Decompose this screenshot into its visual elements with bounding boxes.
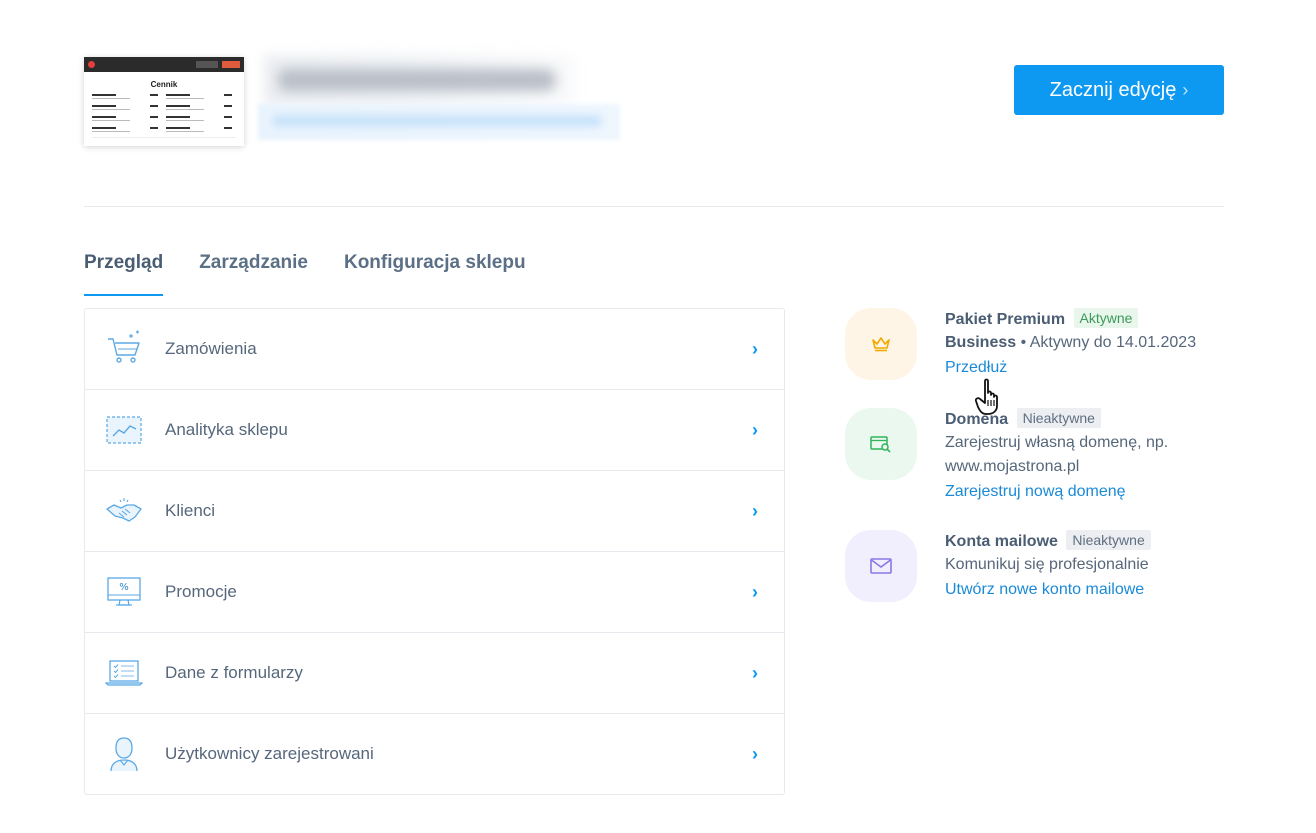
chevron-right-icon: › <box>1182 79 1189 100</box>
chevron-right-icon: › <box>752 419 758 440</box>
mail-icon-circle <box>845 530 917 602</box>
domain-icon-circle <box>845 408 917 480</box>
chevron-right-icon: › <box>752 338 758 359</box>
menu-item-customers[interactable]: Klienci › <box>85 471 784 552</box>
start-editing-label: Zacznij edycję <box>1049 78 1177 101</box>
menu-item-form-data[interactable]: Dane z formularzy › <box>85 633 784 714</box>
domain-description: Zarejestruj własną domenę, np. <box>945 434 1169 451</box>
chevron-right-icon: › <box>752 581 758 602</box>
feature-domain: Domena Nieaktywne Zarejestruj własną dom… <box>845 408 1225 518</box>
domain-search-icon <box>870 436 891 453</box>
form-laptop-icon <box>105 660 143 686</box>
thumbnail-search <box>196 61 218 68</box>
handshake-icon <box>106 498 142 522</box>
feature-premium-package: Pakiet Premium Aktywne Business • Aktywn… <box>845 308 1225 398</box>
menu-item-label: Klienci <box>165 501 216 520</box>
menu-item-orders[interactable]: Zamówienia › <box>85 309 784 390</box>
mail-description: Komunikuj się profesjonalnie <box>945 556 1149 573</box>
chevron-right-icon: › <box>752 743 758 764</box>
tab-management[interactable]: Zarządzanie <box>199 252 308 294</box>
menu-item-registered-users[interactable]: Użytkownicy zarejestrowani › <box>85 714 784 794</box>
status-badge: Nieaktywne <box>1016 408 1101 428</box>
menu-item-label: Analityka sklepu <box>165 420 288 439</box>
mail-title: Konta mailowe <box>945 533 1058 550</box>
chevron-right-icon: › <box>752 662 758 683</box>
crown-icon <box>872 337 890 352</box>
analytics-chart-icon <box>106 416 142 444</box>
menu-item-label: Użytkownicy zarejestrowani <box>165 744 374 763</box>
tab-bar: Przegląd Zarządzanie Konfiguracja sklepu <box>84 252 562 296</box>
overview-menu-list: Zamówienia › Analityka sklepu › Klienci … <box>84 308 785 795</box>
thumbnail-title: Cennik <box>150 80 178 89</box>
header-divider <box>84 206 1224 207</box>
start-editing-button[interactable]: Zacznij edycję › <box>1014 65 1224 115</box>
thumbnail-navbar <box>84 57 244 72</box>
thumbnail-button <box>222 61 240 68</box>
premium-title: Pakiet Premium <box>945 311 1066 328</box>
cart-icon <box>108 330 140 363</box>
thumbnail-logo-icon <box>88 61 95 68</box>
plan-name: Business <box>945 334 1017 351</box>
svg-text:%: % <box>119 582 129 593</box>
envelope-icon <box>870 558 892 574</box>
user-icon <box>110 737 138 772</box>
chevron-right-icon: › <box>752 500 758 521</box>
menu-item-promotions[interactable]: % Promocje › <box>85 552 784 633</box>
feature-mail-accounts: Konta mailowe Nieaktywne Komunikuj się p… <box>845 530 1225 620</box>
status-badge: Nieaktywne <box>1066 530 1151 550</box>
menu-item-label: Dane z formularzy <box>165 663 303 682</box>
menu-item-label: Zamówienia <box>165 339 257 358</box>
menu-item-label: Promocje <box>165 582 237 601</box>
site-name-blurred <box>264 55 574 105</box>
tab-overview[interactable]: Przegląd <box>84 252 164 296</box>
site-url-blurred[interactable] <box>258 104 620 140</box>
register-domain-link[interactable]: Zarejestruj nową domenę <box>945 479 1235 505</box>
hand-pointer-cursor-icon <box>975 378 998 415</box>
site-thumbnail[interactable]: Cennik <box>84 57 244 146</box>
premium-icon-circle <box>845 308 917 380</box>
percent-monitor-icon: % <box>107 577 141 606</box>
domain-example: www.mojastrona.pl <box>945 458 1080 475</box>
create-mail-account-link[interactable]: Utwórz nowe konto mailowe <box>945 577 1235 603</box>
tab-shop-configuration[interactable]: Konfiguracja sklepu <box>344 252 526 294</box>
menu-item-shop-analytics[interactable]: Analityka sklepu › <box>85 390 784 471</box>
status-badge: Aktywne <box>1073 308 1139 328</box>
plan-expiry: • Aktywny do 14.01.2023 <box>1020 334 1197 351</box>
